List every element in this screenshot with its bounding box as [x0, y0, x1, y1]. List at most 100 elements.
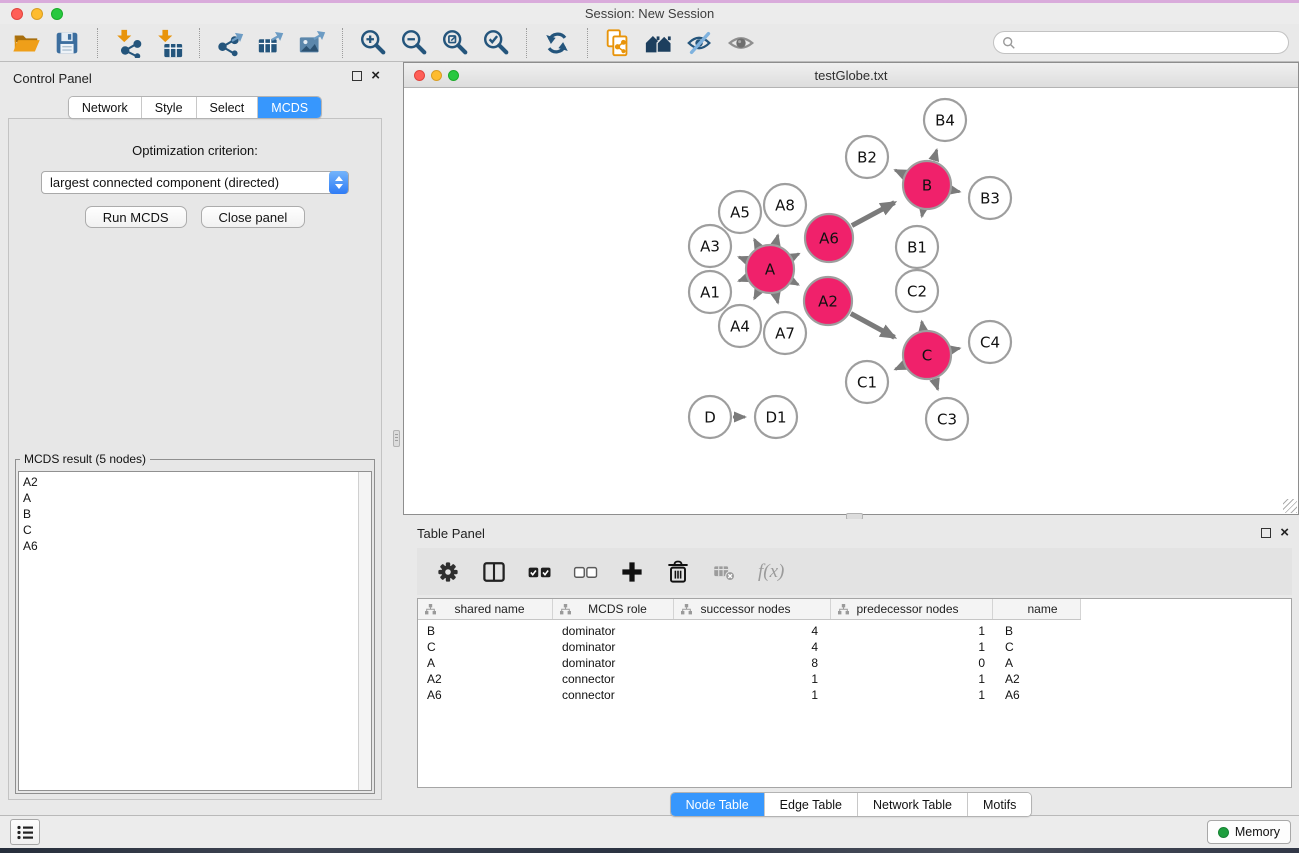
graph-edge-B-B2[interactable]	[895, 170, 903, 174]
import-table-button[interactable]	[153, 27, 185, 59]
close-panel-icon[interactable]: ×	[1280, 528, 1289, 538]
tab-edge-table[interactable]: Edge Table	[765, 793, 858, 816]
mcds-result-item[interactable]: A6	[19, 538, 371, 554]
table-cell[interactable]: C	[993, 640, 1081, 654]
table-cell[interactable]: A2	[993, 672, 1081, 686]
close-panel-button[interactable]: Close panel	[201, 206, 306, 228]
column-header-successor-nodes[interactable]: successor nodes	[674, 599, 831, 619]
table-cell[interactable]: 1	[831, 624, 993, 638]
zoom-in-button[interactable]	[357, 27, 389, 59]
graph-edge-C-C3[interactable]	[935, 380, 938, 390]
table-cell[interactable]: 4	[674, 624, 831, 638]
table-cell[interactable]: dominator	[553, 656, 674, 670]
export-image-button[interactable]	[296, 27, 328, 59]
graph-edge-A-A3[interactable]	[739, 257, 746, 260]
deselect-all-button[interactable]	[570, 556, 602, 588]
table-cell[interactable]: A6	[993, 688, 1081, 702]
table-cell[interactable]: A6	[418, 688, 553, 702]
hide-graphics-details-button[interactable]	[684, 27, 716, 59]
show-graphics-details-button[interactable]	[725, 27, 757, 59]
mcds-result-item[interactable]: A2	[19, 474, 371, 490]
tab-network-table[interactable]: Network Table	[858, 793, 968, 816]
close-panel-icon[interactable]: ×	[371, 71, 380, 81]
graph-edge-A6-B[interactable]	[852, 203, 895, 226]
table-cell[interactable]: 0	[831, 656, 993, 670]
task-history-button[interactable]	[10, 819, 40, 845]
float-panel-icon[interactable]	[352, 71, 362, 81]
table-cell[interactable]: 8	[674, 656, 831, 670]
refresh-view-button[interactable]	[541, 27, 573, 59]
clone-network-button[interactable]	[602, 27, 634, 59]
save-session-button[interactable]	[51, 27, 83, 59]
mcds-result-item[interactable]: B	[19, 506, 371, 522]
mcds-result-item[interactable]: A	[19, 490, 371, 506]
show-columns-button[interactable]	[478, 556, 510, 588]
table-cell[interactable]: B	[418, 624, 553, 638]
table-settings-button[interactable]	[432, 556, 464, 588]
graph-edge-A-A2[interactable]	[793, 282, 798, 285]
table-cell[interactable]: connector	[553, 688, 674, 702]
mcds-result-item[interactable]: C	[19, 522, 371, 538]
import-network-button[interactable]	[112, 27, 144, 59]
tab-select[interactable]: Select	[197, 97, 259, 118]
graph-edge-A-A7[interactable]	[776, 294, 778, 303]
float-panel-icon[interactable]	[1261, 528, 1271, 538]
table-cell[interactable]: 1	[831, 672, 993, 686]
home-button[interactable]	[643, 27, 675, 59]
tab-network[interactable]: Network	[69, 97, 142, 118]
function-builder-button[interactable]: f(x)	[754, 561, 784, 583]
column-header-mcds-role[interactable]: MCDS role	[553, 599, 674, 619]
delete-table-button[interactable]	[708, 556, 740, 588]
table-cell[interactable]: connector	[553, 672, 674, 686]
graph-edge-A-A6[interactable]	[793, 254, 799, 257]
column-header-name[interactable]: name	[993, 599, 1081, 619]
tab-node-table[interactable]: Node Table	[671, 793, 765, 816]
graph-edge-A-A8[interactable]	[776, 235, 778, 244]
table-cell[interactable]: 1	[674, 672, 831, 686]
table-row[interactable]: A2connector11A2	[418, 671, 1291, 687]
table-cell[interactable]: A	[993, 656, 1081, 670]
network-canvas[interactable]: B4B2BB3A5A8A6A3B1AA1C2A2A4A7C4CC1C3DD1	[404, 88, 1298, 514]
add-row-button[interactable]	[616, 556, 648, 588]
table-cell[interactable]: B	[993, 624, 1081, 638]
table-cell[interactable]: A	[418, 656, 553, 670]
export-network-button[interactable]	[214, 27, 246, 59]
table-row[interactable]: Adominator80A	[418, 655, 1291, 671]
column-header-predecessor-nodes[interactable]: predecessor nodes	[831, 599, 993, 619]
column-header-shared-name[interactable]: shared name	[418, 599, 553, 619]
open-session-button[interactable]	[10, 27, 42, 59]
table-row[interactable]: A6connector11A6	[418, 687, 1291, 703]
table-cell[interactable]: 1	[831, 688, 993, 702]
table-cell[interactable]: A2	[418, 672, 553, 686]
table-row[interactable]: Bdominator41B	[418, 623, 1291, 639]
search-input[interactable]	[993, 31, 1289, 54]
window-resize-grip-icon[interactable]	[1283, 499, 1297, 513]
run-mcds-button[interactable]: Run MCDS	[85, 206, 187, 228]
memory-button[interactable]: Memory	[1207, 820, 1291, 844]
split-divider-vertical[interactable]	[390, 62, 403, 815]
export-table-button[interactable]	[255, 27, 287, 59]
graph-edge-C-C1[interactable]	[895, 366, 903, 370]
graph-edge-A-A5[interactable]	[754, 239, 758, 246]
zoom-fit-button[interactable]	[439, 27, 471, 59]
optimization-criterion-select[interactable]: largest connected component (directed)	[41, 171, 349, 194]
zoom-out-button[interactable]	[398, 27, 430, 59]
table-cell[interactable]: dominator	[553, 624, 674, 638]
select-all-button[interactable]	[524, 556, 556, 588]
zoom-selected-button[interactable]	[480, 27, 512, 59]
graph-edge-B-B4[interactable]	[934, 150, 937, 160]
graph-edge-B-B3[interactable]	[953, 190, 960, 191]
graph-edge-C-C4[interactable]	[953, 348, 960, 349]
table-cell[interactable]: dominator	[553, 640, 674, 654]
table-cell[interactable]: 4	[674, 640, 831, 654]
graph-edge-A-A4[interactable]	[754, 292, 758, 299]
table-cell[interactable]: 1	[674, 688, 831, 702]
graph-edge-B-B1[interactable]	[922, 211, 923, 217]
table-row[interactable]: Cdominator41C	[418, 639, 1291, 655]
tab-style[interactable]: Style	[142, 97, 197, 118]
table-cell[interactable]: 1	[831, 640, 993, 654]
graph-edge-A-A1[interactable]	[739, 278, 746, 281]
divider-grip-icon[interactable]	[393, 430, 400, 447]
graph-edge-A2-C[interactable]	[851, 314, 895, 338]
delete-row-button[interactable]	[662, 556, 694, 588]
